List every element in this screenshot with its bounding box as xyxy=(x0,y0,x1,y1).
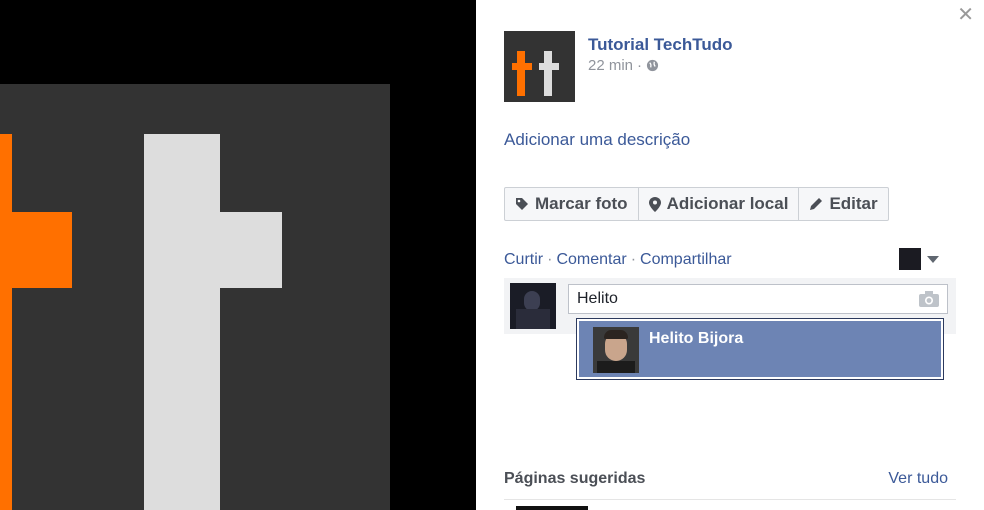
post-author[interactable]: Tutorial TechTudo xyxy=(588,35,732,55)
camera-icon[interactable] xyxy=(919,291,939,307)
tag-photo-button[interactable]: Marcar foto xyxy=(504,187,639,221)
pencil-icon xyxy=(810,198,823,210)
hair-shape xyxy=(604,330,628,339)
chevron-down-icon xyxy=(927,255,939,263)
suggested-page-thumbnail[interactable] xyxy=(516,506,588,510)
close-icon[interactable]: ✕ xyxy=(957,5,974,25)
logo-white-stem xyxy=(144,134,220,510)
mention-suggestion-dropdown: Helito Bijora xyxy=(576,318,944,380)
photo-viewer[interactable] xyxy=(0,0,476,510)
share-link[interactable]: Compartilhar xyxy=(640,251,732,268)
avatar-head-shape xyxy=(524,291,540,311)
post-time[interactable]: 22 min xyxy=(588,57,633,74)
logo-orange-bar xyxy=(0,212,72,288)
photo-info-panel: ✕ Tutorial TechTudo 22 min · Adicionar u… xyxy=(476,0,984,510)
map-pin-icon xyxy=(648,196,661,212)
tag-photo-label: Marcar foto xyxy=(535,194,628,213)
edit-button[interactable]: Editar xyxy=(798,187,889,221)
logo-orange-stem xyxy=(0,134,12,510)
action-separator: · xyxy=(547,251,553,268)
avatar-logo-bar-white xyxy=(539,63,559,70)
acting-as-selector[interactable] xyxy=(899,248,939,270)
avatar-body-shape xyxy=(516,309,550,329)
acting-as-avatar xyxy=(899,248,921,270)
avatar-logo-stem-white xyxy=(544,51,552,96)
add-location-label: Adicionar local xyxy=(666,194,789,213)
like-link[interactable]: Curtir xyxy=(504,251,543,268)
section-divider xyxy=(504,499,956,500)
comment-input[interactable]: Helito xyxy=(568,284,948,314)
page-avatar[interactable] xyxy=(504,31,575,102)
mention-suggestion-item[interactable]: Helito Bijora xyxy=(579,321,941,377)
edit-label: Editar xyxy=(829,194,878,213)
shirt-shape xyxy=(597,361,635,373)
see-all-link[interactable]: Ver tudo xyxy=(888,470,948,488)
add-location-button[interactable]: Adicionar local xyxy=(637,187,800,221)
add-description-link[interactable]: Adicionar uma descrição xyxy=(504,130,690,150)
techtudo-logo-image xyxy=(0,84,390,510)
meta-separator: · xyxy=(637,57,643,74)
avatar-logo-bar-orange xyxy=(512,63,532,70)
post-actions: Curtir · Comentar · Compartilhar xyxy=(504,251,732,269)
globe-icon[interactable] xyxy=(646,59,659,72)
tag-icon xyxy=(516,198,528,210)
commenter-avatar xyxy=(510,283,556,329)
comment-input-value: Helito xyxy=(577,290,618,307)
suggested-pages-title: Páginas sugeridas xyxy=(504,470,646,487)
avatar-logo-stem-orange xyxy=(517,51,525,96)
action-separator: · xyxy=(630,251,637,268)
logo-white-bar xyxy=(220,212,282,288)
suggestion-avatar xyxy=(593,327,639,373)
comment-link[interactable]: Comentar xyxy=(556,251,626,268)
photo-toolbar: Marcar foto Adicionar local Editar xyxy=(504,187,889,221)
post-meta: 22 min · xyxy=(588,57,659,74)
suggestion-name: Helito Bijora xyxy=(649,330,744,347)
